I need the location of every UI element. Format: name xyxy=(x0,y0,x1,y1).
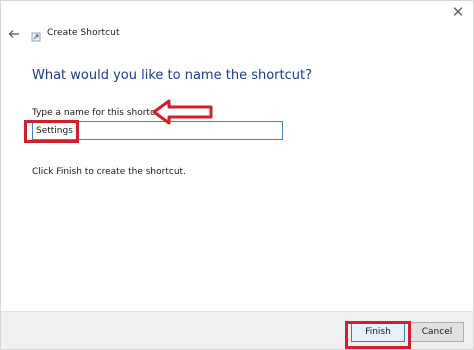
window-title: Create Shortcut xyxy=(47,28,120,38)
close-icon: ✕ xyxy=(451,2,465,21)
title-bar: Create Shortcut xyxy=(1,25,473,47)
dialog-heading: What would you like to name the shortcut… xyxy=(32,68,312,83)
arrow-left-icon xyxy=(8,30,19,38)
shortcut-name-label: Type a name for this shortcut: xyxy=(32,108,168,118)
finish-hint: Click Finish to create the shortcut. xyxy=(32,167,186,177)
create-shortcut-window: ✕ Create Shortcut What would you like to… xyxy=(0,0,474,350)
close-button[interactable]: ✕ xyxy=(443,1,473,23)
dialog-footer: Finish Cancel xyxy=(1,311,473,349)
back-button[interactable] xyxy=(5,25,23,43)
finish-button[interactable]: Finish xyxy=(351,322,405,342)
cancel-button[interactable]: Cancel xyxy=(410,322,464,342)
annotation-arrow-icon xyxy=(152,99,213,125)
shortcut-icon xyxy=(31,32,41,42)
